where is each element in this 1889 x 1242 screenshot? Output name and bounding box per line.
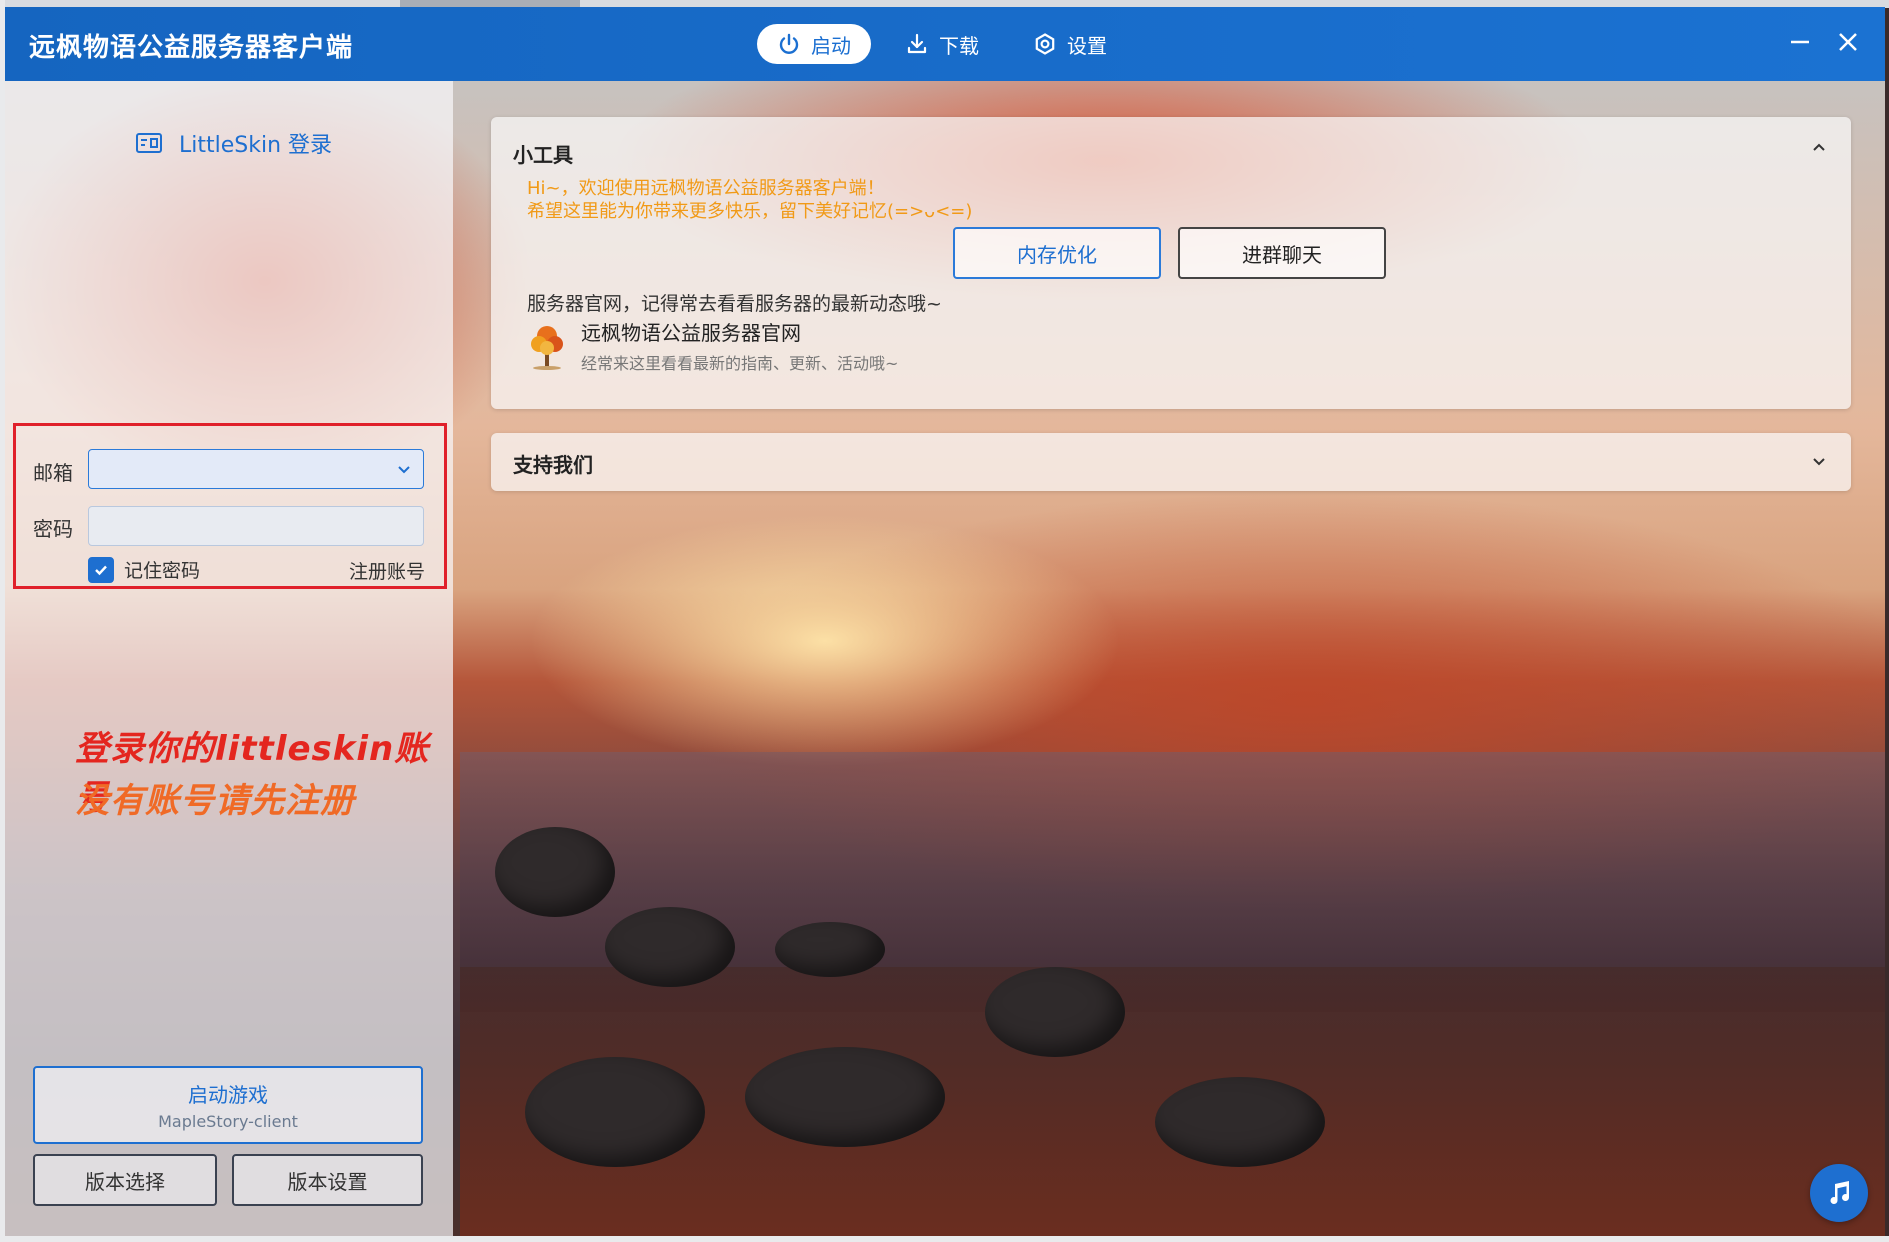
background-rock [745,1047,945,1147]
sidebar: LittleSkin 登录 邮箱 密码 记住密码 注册账号 登录你的little… [5,81,453,1236]
email-field[interactable] [88,449,424,489]
background-rock [1155,1077,1325,1167]
support-card[interactable]: 支持我们 [491,433,1851,491]
background-rock [985,967,1125,1057]
welcome-line-2: 希望这里能为你带来更多快乐，留下美好记忆(=>ᴗ<=) [527,201,973,222]
chevron-down-icon[interactable] [1809,451,1829,471]
nav-download-label: 下载 [939,33,979,58]
welcome-line-1: Hi~，欢迎使用远枫物语公益服务器客户端！ [527,178,885,199]
launch-game-button[interactable]: 启动游戏 MapleStory-client [33,1066,423,1144]
site-text: 远枫物语公益服务器官网 经常来这里看看最新的指南、更新、活动哦~ [581,317,898,374]
download-icon [907,33,927,54]
nav-launch[interactable]: 启动 [757,24,871,64]
check-icon [95,565,107,575]
official-site-link[interactable]: 远枫物语公益服务器官网 经常来这里看看最新的指南、更新、活动哦~ [527,317,898,374]
welcome-message: Hi~，欢迎使用远枫物语公益服务器客户端！ 希望这里能为你带来更多快乐，留下美好… [527,177,972,223]
launch-game-version: MapleStory-client [158,1112,298,1131]
site-desc: 经常来这里看看最新的指南、更新、活动哦~ [581,354,899,373]
littleskin-login-label: LittleSkin 登录 [179,133,333,158]
nav-settings[interactable]: 设置 [1013,24,1127,64]
app-window: 远枫物语公益服务器客户端 启动 下载 设置 LittleSkin 登录 邮箱 密… [5,7,1885,1236]
launch-game-label: 启动游戏 [188,1083,268,1107]
version-settings-button[interactable]: 版本设置 [232,1154,423,1206]
chevron-down-icon[interactable] [395,460,413,478]
littleskin-login-tab[interactable]: LittleSkin 登录 [135,127,332,159]
background-rock [775,922,885,977]
register-link[interactable]: 注册账号 [349,557,425,584]
power-icon [779,33,799,54]
music-button[interactable] [1810,1164,1868,1222]
minimize-icon[interactable] [1785,27,1815,57]
nav-download[interactable]: 下载 [885,24,999,64]
site-hint: 服务器官网，记得常去看看服务器的最新动态哦~ [527,293,942,315]
remember-checkbox[interactable] [88,556,114,583]
id-card-icon [136,133,162,153]
join-chat-button[interactable]: 进群聊天 [1178,227,1386,279]
nav-launch-label: 启动 [811,33,851,58]
tools-card-title: 小工具 [513,143,573,167]
remember-label: 记住密码 [124,560,201,582]
email-label: 邮箱 [33,461,73,485]
background-rock [495,827,615,917]
chevron-up-icon[interactable] [1809,137,1829,157]
nav-settings-label: 设置 [1067,33,1107,58]
maple-tree-icon [531,325,563,370]
top-nav: 启动 下载 设置 [757,24,1127,64]
background-rock [605,907,735,987]
password-field[interactable] [88,506,424,546]
app-title: 远枫物语公益服务器客户端 [29,33,354,63]
password-label: 密码 [33,517,73,541]
tools-card: 小工具 Hi~，欢迎使用远枫物语公益服务器客户端！ 希望这里能为你带来更多快乐，… [491,117,1851,409]
remember-password[interactable]: 记住密码 [88,556,200,583]
close-icon[interactable] [1833,27,1863,57]
site-title: 远枫物语公益服务器官网 [581,321,801,345]
background-rock [525,1057,705,1167]
settings-icon [1035,33,1055,55]
support-card-title: 支持我们 [513,453,593,477]
title-bar: 远枫物语公益服务器客户端 启动 下载 设置 [5,7,1885,81]
memory-optimize-button[interactable]: 内存优化 [953,227,1161,279]
annotation-line-2: 没有账号请先注册 [75,781,355,821]
version-select-button[interactable]: 版本选择 [33,1154,217,1206]
music-note-icon [1830,1181,1849,1205]
desktop-bottom-strip [0,1236,1889,1242]
